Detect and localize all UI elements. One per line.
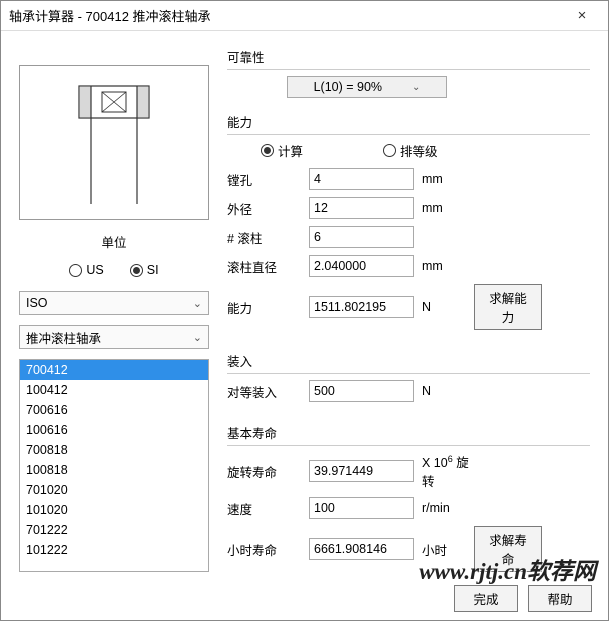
diam-unit: mm: [422, 259, 474, 273]
revlife-unit: X 106 旋转: [422, 452, 474, 490]
rank-radio-label: 排等级: [400, 141, 438, 160]
speed-unit: r/min: [422, 501, 474, 515]
radio-icon: [383, 144, 396, 157]
reliability-value: L(10) = 90%: [314, 80, 382, 94]
calc-radio-label: 计算: [278, 141, 303, 160]
close-icon[interactable]: ×: [564, 7, 600, 24]
speed-input[interactable]: [309, 497, 414, 519]
done-button[interactable]: 完成: [454, 585, 518, 612]
footer: 完成 帮助: [454, 585, 592, 612]
bearing-diagram: [19, 65, 209, 220]
bore-unit: mm: [422, 172, 474, 186]
list-item[interactable]: 100818: [20, 460, 208, 480]
chevron-down-icon: ⌄: [193, 331, 202, 344]
reliability-label: 可靠性: [227, 47, 590, 66]
chevron-down-icon: ⌄: [193, 297, 202, 310]
list-item[interactable]: 701020: [20, 480, 208, 500]
hourlife-row: 小时寿命 小时 求解寿命: [227, 526, 590, 572]
hourlife-unit: 小时: [422, 540, 474, 559]
radio-icon: [130, 264, 143, 277]
app-window: 轴承计算器 - 700412 推冲滚柱轴承 × 单位: [0, 0, 609, 621]
divider: [227, 445, 590, 446]
list-item[interactable]: 700616: [20, 400, 208, 420]
eqload-input[interactable]: [309, 380, 414, 402]
od-unit: mm: [422, 201, 474, 215]
calc-radio[interactable]: 计算: [261, 141, 303, 160]
revlife-label: 旋转寿命: [227, 462, 309, 481]
list-item[interactable]: 700818: [20, 440, 208, 460]
unit-us-radio[interactable]: US: [69, 263, 103, 277]
install-label: 装入: [227, 351, 590, 370]
revlife-input[interactable]: [309, 460, 414, 482]
bore-row: 镗孔 mm: [227, 168, 590, 190]
list-item[interactable]: 101222: [20, 540, 208, 560]
diam-row: 滚柱直径 mm: [227, 255, 590, 277]
content-area: 单位 US SI ISO ⌄ 推冲滚柱轴承 ⌄ 700412100412700: [1, 31, 608, 580]
bearing-type-dropdown[interactable]: 推冲滚柱轴承 ⌄: [19, 325, 209, 349]
hourlife-label: 小时寿命: [227, 540, 309, 559]
cap-label: 能力: [227, 298, 309, 317]
unit-si-radio[interactable]: SI: [130, 263, 159, 277]
cap-row: 能力 N 求解能力: [227, 284, 590, 330]
life-group: 基本寿命 旋转寿命 X 106 旋转 速度 r/min: [227, 423, 590, 579]
list-item[interactable]: 100412: [20, 380, 208, 400]
diam-input[interactable]: [309, 255, 414, 277]
rank-radio[interactable]: 排等级: [383, 141, 438, 160]
bearing-type-value: 推冲滚柱轴承: [26, 328, 101, 347]
od-row: 外径 mm: [227, 197, 590, 219]
cap-unit: N: [422, 300, 474, 314]
list-item[interactable]: 700412: [20, 360, 208, 380]
window-title: 轴承计算器 - 700412 推冲滚柱轴承: [9, 6, 564, 25]
radio-icon: [69, 264, 82, 277]
radio-icon: [261, 144, 274, 157]
right-column: 可靠性 L(10) = 90% ⌄ 能力 计算: [227, 47, 590, 572]
rollers-input[interactable]: [309, 226, 414, 248]
bore-label: 镗孔: [227, 170, 309, 189]
hourlife-input[interactable]: [309, 538, 414, 560]
chevron-down-icon: ⌄: [412, 82, 420, 93]
list-item[interactable]: 100616: [20, 420, 208, 440]
reliability-dropdown[interactable]: L(10) = 90% ⌄: [287, 76, 447, 98]
rollers-label: # 滚柱: [227, 228, 309, 247]
solve-life-button[interactable]: 求解寿命: [474, 526, 542, 572]
unit-label: 单位: [19, 232, 209, 251]
unit-si-label: SI: [147, 263, 159, 277]
divider: [227, 373, 590, 374]
bearing-svg: [64, 78, 164, 208]
divider: [227, 69, 590, 70]
unit-radio-group: US SI: [19, 263, 209, 277]
solve-capacity-button[interactable]: 求解能力: [474, 284, 542, 330]
revlife-row: 旋转寿命 X 106 旋转: [227, 452, 590, 490]
standard-value: ISO: [26, 296, 48, 310]
eqload-label: 对等装入: [227, 382, 309, 401]
speed-label: 速度: [227, 499, 309, 518]
eqload-row: 对等装入 N: [227, 380, 590, 402]
rollers-row: # 滚柱: [227, 226, 590, 248]
life-label: 基本寿命: [227, 423, 590, 442]
help-button[interactable]: 帮助: [528, 585, 592, 612]
eqload-unit: N: [422, 384, 474, 398]
od-label: 外径: [227, 199, 309, 218]
od-input[interactable]: [309, 197, 414, 219]
install-group: 装入 对等装入 N: [227, 351, 590, 409]
capacity-label: 能力: [227, 112, 590, 131]
standard-dropdown[interactable]: ISO ⌄: [19, 291, 209, 315]
cap-input[interactable]: [309, 296, 414, 318]
titlebar: 轴承计算器 - 700412 推冲滚柱轴承 ×: [1, 1, 608, 31]
divider: [227, 134, 590, 135]
list-item[interactable]: 701222: [20, 520, 208, 540]
bore-input[interactable]: [309, 168, 414, 190]
list-item[interactable]: 101020: [20, 500, 208, 520]
reliability-group: 可靠性 L(10) = 90% ⌄: [227, 47, 590, 98]
bearing-listbox[interactable]: 7004121004127006161006167008181008187010…: [19, 359, 209, 572]
unit-us-label: US: [86, 263, 103, 277]
speed-row: 速度 r/min: [227, 497, 590, 519]
diam-label: 滚柱直径: [227, 257, 309, 276]
left-column: 单位 US SI ISO ⌄ 推冲滚柱轴承 ⌄ 700412100412700: [19, 47, 209, 572]
capacity-group: 能力 计算 排等级 镗孔 mm: [227, 112, 590, 337]
